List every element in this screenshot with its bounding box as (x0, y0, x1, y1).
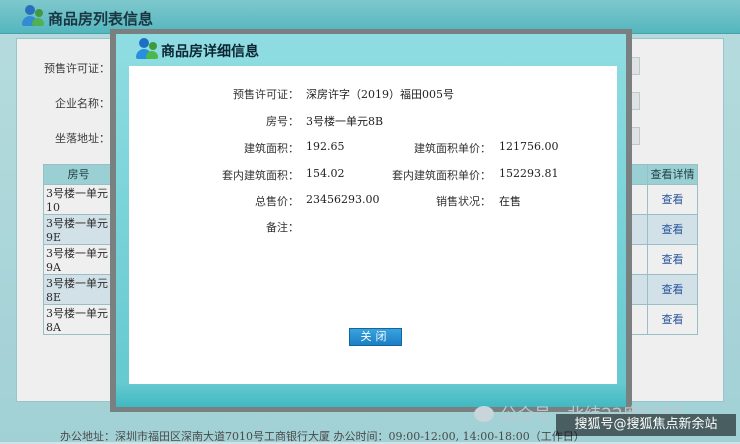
detail-dialog-frame: 商品房详细信息 预售许可证： 深房许字（2019）福田005号 房号： 3号楼一… (110, 29, 632, 412)
source-tag: 搜狐号@搜狐焦点新余站 (556, 414, 736, 436)
price-per-area-label: 建筑面积单价： (414, 142, 491, 155)
inner-price-label: 套内建筑面积单价： (392, 169, 491, 182)
remark-label: 备注： (266, 221, 299, 234)
area-label: 建筑面积： (244, 142, 299, 155)
total-price-label: 总售价： (255, 195, 299, 208)
close-button[interactable]: 关闭 (349, 328, 402, 346)
wechat-icon (474, 406, 494, 422)
detail-dialog: 商品房详细信息 预售许可证： 深房许字（2019）福田005号 房号： 3号楼一… (116, 34, 626, 407)
permit-value: 深房许字（2019）福田005号 (306, 88, 454, 101)
inner-area-value: 154.02 (306, 167, 345, 180)
users-icon (136, 38, 158, 62)
inner-area-label: 套内建筑面积： (222, 169, 299, 182)
price-per-area-value: 121756.00 (499, 140, 559, 153)
dialog-title: 商品房详细信息 (161, 44, 259, 60)
dialog-content: 预售许可证： 深房许字（2019）福田005号 房号： 3号楼一单元8B 建筑面… (129, 66, 617, 384)
area-value: 192.65 (306, 140, 345, 153)
permit-label: 预售许可证： (233, 88, 299, 101)
inner-price-value: 152293.81 (499, 167, 559, 180)
room-label: 房号： (266, 115, 299, 128)
room-value: 3号楼一单元8B (306, 115, 384, 128)
sale-status-label: 销售状况： (436, 195, 491, 208)
total-price-value: 23456293.00 (306, 193, 380, 206)
sale-status-value: 在售 (499, 195, 521, 208)
